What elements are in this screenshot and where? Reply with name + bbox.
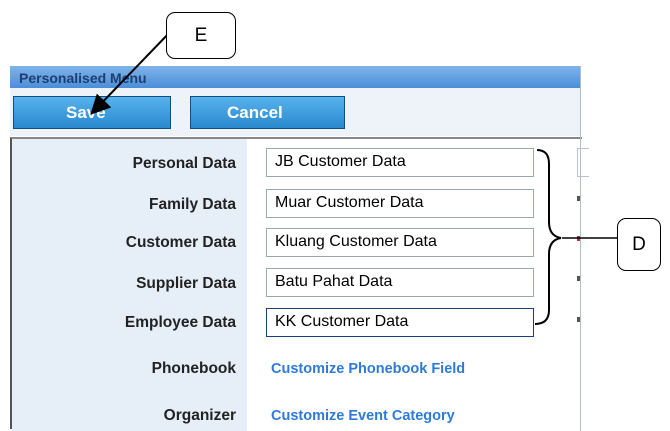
annotation-overlay bbox=[90, 29, 617, 325]
brace-d bbox=[534, 149, 562, 325]
callout-d: D bbox=[617, 218, 661, 271]
callout-e: E bbox=[166, 12, 236, 59]
callout-e-arrow bbox=[90, 29, 173, 115]
